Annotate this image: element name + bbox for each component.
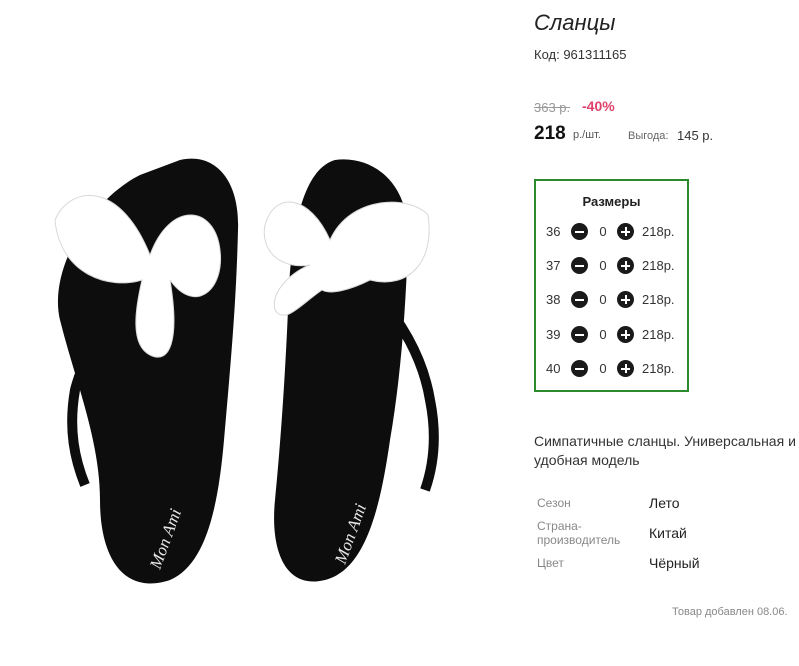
plus-icon[interactable] [617,326,634,343]
plus-icon[interactable] [617,360,634,377]
attribute-label-cont: производитель [537,533,621,547]
size-row: 37 0 218р. [546,255,686,277]
quantity-value: 0 [599,224,607,239]
size-number: 38 [546,292,561,307]
size-row: 38 0 218р. [546,289,686,311]
attribute-label: Цвет [537,556,564,570]
attribute-label: Сезон [537,496,571,510]
quantity-value: 0 [599,361,607,376]
size-number: 39 [546,327,561,342]
sizes-title: Размеры [582,194,641,209]
size-price: 218р. [642,327,675,342]
discount-badge: -40% [582,98,615,114]
benefit-label: Выгода: [628,130,669,142]
benefit-value: 145 р. [677,128,714,143]
old-price: 363 р. [534,100,571,115]
size-price: 218р. [642,258,675,273]
size-row: 40 0 218р. [546,358,686,380]
product-image: Mon Ami Mon Ami [30,140,470,610]
sizes-panel: Размеры 36 0 218р. 37 0 218р. 38 0 218р.… [534,179,689,392]
quantity-value: 0 [599,327,607,342]
size-price: 218р. [642,224,675,239]
sandals-illustration: Mon Ami Mon Ami [54,158,439,584]
minus-icon[interactable] [571,291,588,308]
attribute-label: Страна- [537,519,582,533]
size-price: 218р. [642,292,675,307]
quantity-value: 0 [599,292,607,307]
quantity-value: 0 [599,258,607,273]
attribute-value: Чёрный [649,555,700,571]
minus-icon[interactable] [571,360,588,377]
price-unit: р./шт. [573,129,601,141]
product-info: Сланцы Код: 961311165 363 р. -40% 218 р.… [534,0,799,666]
size-number: 36 [546,224,561,239]
description-line: Симпатичные сланцы. Универсальная и [534,433,796,449]
product-title: Сланцы [534,10,616,35]
attribute-value: Лето [649,495,680,511]
product-description: Симпатичные сланцы. Универсальная и удоб… [534,432,796,470]
size-row: 39 0 218р. [546,324,686,346]
size-price: 218р. [642,361,675,376]
attribute-value: Китай [649,525,687,541]
plus-icon[interactable] [617,257,634,274]
description-line: удобная модель [534,452,640,468]
current-price: 218 [534,123,566,144]
minus-icon[interactable] [571,223,588,240]
minus-icon[interactable] [571,257,588,274]
size-row: 36 0 218р. [546,221,686,243]
minus-icon[interactable] [571,326,588,343]
added-date: Товар добавлен 08.06. [672,606,788,618]
plus-icon[interactable] [617,291,634,308]
plus-icon[interactable] [617,223,634,240]
size-number: 40 [546,361,561,376]
product-code: Код: 961311165 [534,47,627,62]
size-number: 37 [546,258,561,273]
